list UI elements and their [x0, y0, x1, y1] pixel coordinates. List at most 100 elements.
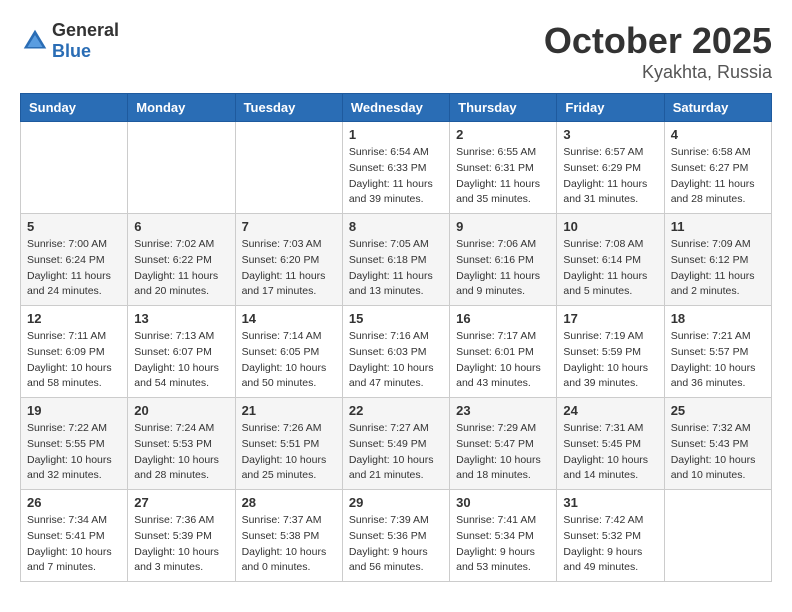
- day-info: Sunrise: 7:36 AM Sunset: 5:39 PM Dayligh…: [134, 513, 228, 576]
- calendar-day-22: 22 Sunrise: 7:27 AM Sunset: 5:49 PM Dayli…: [342, 398, 449, 490]
- calendar-day-11: 11Sunrise: 7:09 AM Sunset: 6:12 PM Dayli…: [664, 214, 771, 306]
- calendar-day-8: 8Sunrise: 7:05 AM Sunset: 6:18 PM Daylig…: [342, 214, 449, 306]
- page-header: General Blue October 2025 Kyakhta, Russi…: [20, 20, 772, 83]
- day-info: Sunrise: 7:11 AM Sunset: 6:09 PM Dayligh…: [27, 329, 121, 392]
- day-number: 27: [134, 495, 228, 510]
- calendar-day-7: 7 Sunrise: 7:03 AM Sunset: 6:20 PM Daylig…: [235, 214, 342, 306]
- day-info: Sunrise: 7:17 AM Sunset: 6:01 PM Dayligh…: [456, 329, 550, 392]
- calendar-day-13: 13 Sunrise: 7:13 AM Sunset: 6:07 PM Dayli…: [128, 306, 235, 398]
- day-number: 21: [242, 403, 336, 418]
- day-number: 11: [671, 219, 765, 234]
- day-number: 30: [456, 495, 550, 510]
- weekday-header-saturday: Saturday: [664, 94, 771, 122]
- day-info: Sunrise: 7:37 AM Sunset: 5:38 PM Dayligh…: [242, 513, 336, 576]
- calendar-day-3: 3 Sunrise: 6:57 AM Sunset: 6:29 PM Daylig…: [557, 122, 664, 214]
- calendar-day-16: 16 Sunrise: 7:17 AM Sunset: 6:01 PM Dayli…: [450, 306, 557, 398]
- day-info: Sunrise: 7:03 AM Sunset: 6:20 PM Dayligh…: [242, 237, 336, 300]
- calendar-day-26: 26Sunrise: 7:34 AM Sunset: 5:41 PM Dayli…: [21, 490, 128, 582]
- day-info: Sunrise: 7:24 AM Sunset: 5:53 PM Dayligh…: [134, 421, 228, 484]
- logo-blue: Blue: [52, 41, 91, 61]
- day-info: Sunrise: 7:00 AM Sunset: 6:24 PM Dayligh…: [27, 237, 121, 300]
- day-number: 5: [27, 219, 121, 234]
- calendar-day-10: 10 Sunrise: 7:08 AM Sunset: 6:14 PM Dayli…: [557, 214, 664, 306]
- logo: General Blue: [20, 20, 119, 62]
- day-info: Sunrise: 7:08 AM Sunset: 6:14 PM Dayligh…: [563, 237, 657, 300]
- day-number: 24: [563, 403, 657, 418]
- weekday-header-tuesday: Tuesday: [235, 94, 342, 122]
- day-number: 16: [456, 311, 550, 326]
- day-number: 3: [563, 127, 657, 142]
- weekday-header-thursday: Thursday: [450, 94, 557, 122]
- calendar-empty-cell: [21, 122, 128, 214]
- day-number: 22: [349, 403, 443, 418]
- weekday-header-sunday: Sunday: [21, 94, 128, 122]
- logo-icon: [20, 26, 50, 56]
- day-info: Sunrise: 7:05 AM Sunset: 6:18 PM Dayligh…: [349, 237, 443, 300]
- calendar-day-25: 25Sunrise: 7:32 AM Sunset: 5:43 PM Dayli…: [664, 398, 771, 490]
- calendar-day-4: 4 Sunrise: 6:58 AM Sunset: 6:27 PM Daylig…: [664, 122, 771, 214]
- weekday-header-row: SundayMondayTuesdayWednesdayThursdayFrid…: [21, 94, 772, 122]
- calendar-day-17: 17 Sunrise: 7:19 AM Sunset: 5:59 PM Dayli…: [557, 306, 664, 398]
- day-number: 1: [349, 127, 443, 142]
- day-info: Sunrise: 7:31 AM Sunset: 5:45 PM Dayligh…: [563, 421, 657, 484]
- day-info: Sunrise: 7:27 AM Sunset: 5:49 PM Dayligh…: [349, 421, 443, 484]
- day-info: Sunrise: 7:06 AM Sunset: 6:16 PM Dayligh…: [456, 237, 550, 300]
- day-number: 18: [671, 311, 765, 326]
- calendar-empty-cell: [235, 122, 342, 214]
- weekday-header-monday: Monday: [128, 94, 235, 122]
- day-info: Sunrise: 7:41 AM Sunset: 5:34 PM Dayligh…: [456, 513, 550, 576]
- calendar-week-row: 12Sunrise: 7:11 AM Sunset: 6:09 PM Dayli…: [21, 306, 772, 398]
- day-number: 28: [242, 495, 336, 510]
- calendar-day-21: 21 Sunrise: 7:26 AM Sunset: 5:51 PM Dayli…: [235, 398, 342, 490]
- calendar-day-19: 19 Sunrise: 7:22 AM Sunset: 5:55 PM Dayli…: [21, 398, 128, 490]
- calendar-week-row: 1Sunrise: 6:54 AM Sunset: 6:33 PM Daylig…: [21, 122, 772, 214]
- calendar-week-row: 5 Sunrise: 7:00 AM Sunset: 6:24 PM Daylig…: [21, 214, 772, 306]
- day-info: Sunrise: 6:57 AM Sunset: 6:29 PM Dayligh…: [563, 145, 657, 208]
- calendar-day-2: 2Sunrise: 6:55 AM Sunset: 6:31 PM Daylig…: [450, 122, 557, 214]
- calendar-day-12: 12Sunrise: 7:11 AM Sunset: 6:09 PM Dayli…: [21, 306, 128, 398]
- day-number: 6: [134, 219, 228, 234]
- day-number: 9: [456, 219, 550, 234]
- title-block: October 2025 Kyakhta, Russia: [544, 20, 772, 83]
- calendar-day-31: 31 Sunrise: 7:42 AM Sunset: 5:32 PM Dayli…: [557, 490, 664, 582]
- calendar-day-24: 24 Sunrise: 7:31 AM Sunset: 5:45 PM Dayli…: [557, 398, 664, 490]
- day-number: 17: [563, 311, 657, 326]
- calendar-day-29: 29 Sunrise: 7:39 AM Sunset: 5:36 PM Dayli…: [342, 490, 449, 582]
- day-info: Sunrise: 7:16 AM Sunset: 6:03 PM Dayligh…: [349, 329, 443, 392]
- day-info: Sunrise: 7:26 AM Sunset: 5:51 PM Dayligh…: [242, 421, 336, 484]
- day-info: Sunrise: 7:19 AM Sunset: 5:59 PM Dayligh…: [563, 329, 657, 392]
- day-info: Sunrise: 7:29 AM Sunset: 5:47 PM Dayligh…: [456, 421, 550, 484]
- day-number: 29: [349, 495, 443, 510]
- weekday-header-friday: Friday: [557, 94, 664, 122]
- calendar-day-1: 1Sunrise: 6:54 AM Sunset: 6:33 PM Daylig…: [342, 122, 449, 214]
- day-info: Sunrise: 7:39 AM Sunset: 5:36 PM Dayligh…: [349, 513, 443, 576]
- day-number: 31: [563, 495, 657, 510]
- calendar-day-6: 6 Sunrise: 7:02 AM Sunset: 6:22 PM Daylig…: [128, 214, 235, 306]
- day-info: Sunrise: 7:02 AM Sunset: 6:22 PM Dayligh…: [134, 237, 228, 300]
- day-number: 4: [671, 127, 765, 142]
- day-info: Sunrise: 7:22 AM Sunset: 5:55 PM Dayligh…: [27, 421, 121, 484]
- calendar-day-5: 5 Sunrise: 7:00 AM Sunset: 6:24 PM Daylig…: [21, 214, 128, 306]
- day-info: Sunrise: 7:21 AM Sunset: 5:57 PM Dayligh…: [671, 329, 765, 392]
- calendar-day-18: 18 Sunrise: 7:21 AM Sunset: 5:57 PM Dayli…: [664, 306, 771, 398]
- day-number: 7: [242, 219, 336, 234]
- calendar-day-27: 27 Sunrise: 7:36 AM Sunset: 5:39 PM Dayli…: [128, 490, 235, 582]
- day-info: Sunrise: 7:34 AM Sunset: 5:41 PM Dayligh…: [27, 513, 121, 576]
- logo-general: General: [52, 20, 119, 40]
- calendar-day-15: 15Sunrise: 7:16 AM Sunset: 6:03 PM Dayli…: [342, 306, 449, 398]
- day-info: Sunrise: 7:32 AM Sunset: 5:43 PM Dayligh…: [671, 421, 765, 484]
- day-info: Sunrise: 7:13 AM Sunset: 6:07 PM Dayligh…: [134, 329, 228, 392]
- day-info: Sunrise: 6:58 AM Sunset: 6:27 PM Dayligh…: [671, 145, 765, 208]
- calendar-empty-cell: [128, 122, 235, 214]
- day-number: 19: [27, 403, 121, 418]
- day-number: 10: [563, 219, 657, 234]
- calendar-week-row: 19 Sunrise: 7:22 AM Sunset: 5:55 PM Dayli…: [21, 398, 772, 490]
- month-title: October 2025: [544, 20, 772, 62]
- day-info: Sunrise: 7:42 AM Sunset: 5:32 PM Dayligh…: [563, 513, 657, 576]
- calendar-day-30: 30 Sunrise: 7:41 AM Sunset: 5:34 PM Dayli…: [450, 490, 557, 582]
- day-info: Sunrise: 6:55 AM Sunset: 6:31 PM Dayligh…: [456, 145, 550, 208]
- calendar-week-row: 26Sunrise: 7:34 AM Sunset: 5:41 PM Dayli…: [21, 490, 772, 582]
- calendar-day-23: 23Sunrise: 7:29 AM Sunset: 5:47 PM Dayli…: [450, 398, 557, 490]
- calendar-day-14: 14Sunrise: 7:14 AM Sunset: 6:05 PM Dayli…: [235, 306, 342, 398]
- day-number: 13: [134, 311, 228, 326]
